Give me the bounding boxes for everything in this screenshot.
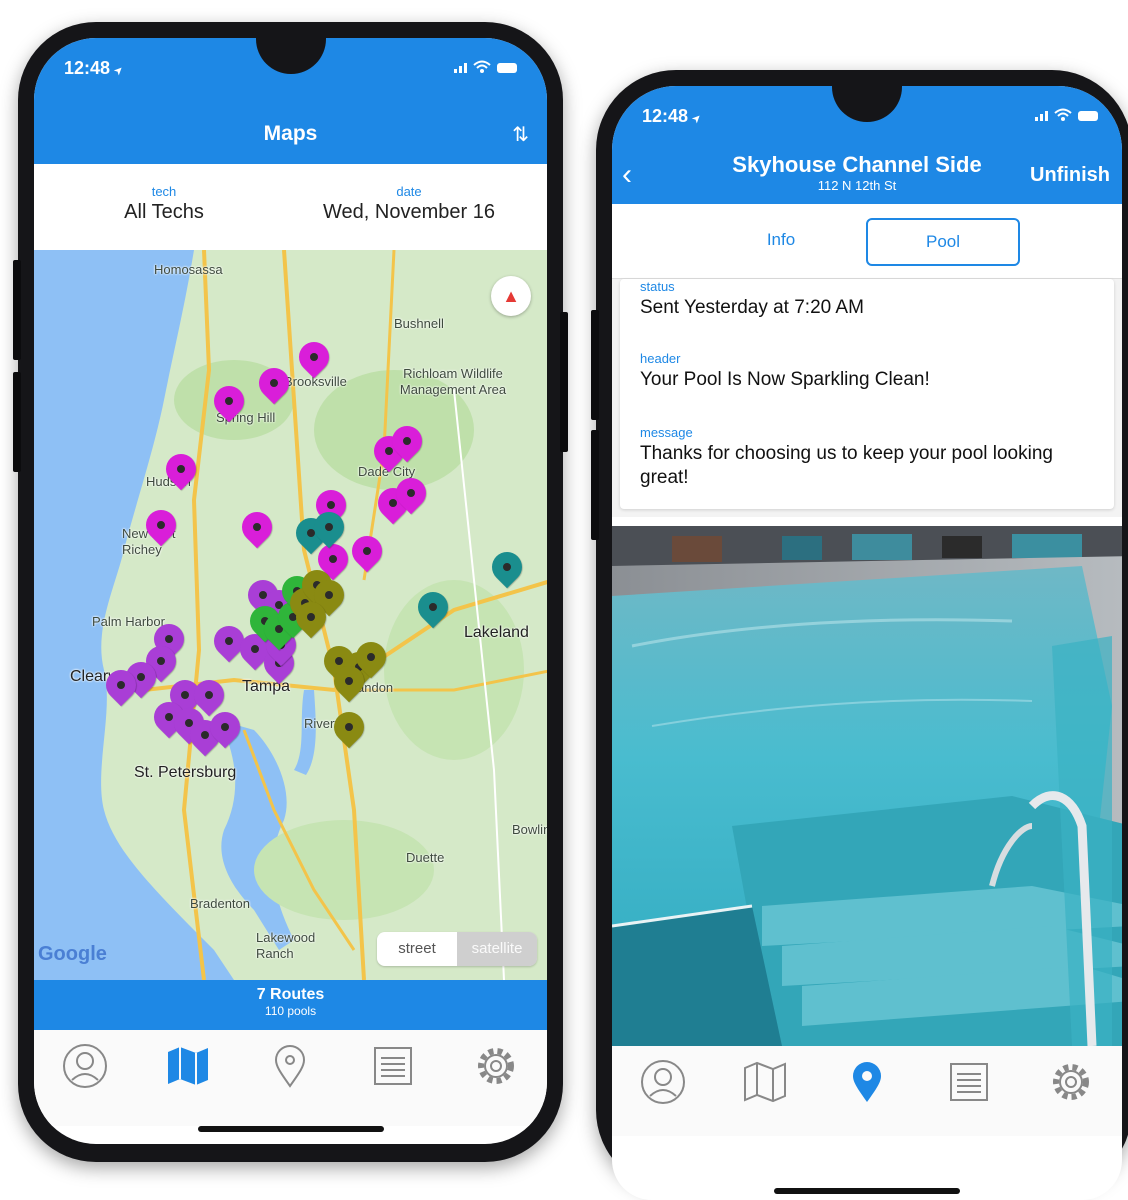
pool-address: 112 N 12th St bbox=[817, 178, 897, 193]
list-icon bbox=[374, 1047, 413, 1085]
settings-icon bbox=[1053, 1064, 1089, 1100]
tech-filter[interactable]: tech All Techs bbox=[94, 184, 234, 224]
message-field: message Thanks for choosing us to keep y… bbox=[640, 425, 1098, 490]
map-label-lakeland: Lakeland bbox=[464, 624, 529, 641]
battery-icon bbox=[497, 63, 517, 73]
map-icon bbox=[744, 1061, 786, 1103]
map-type-toggle[interactable]: street satellite bbox=[377, 932, 537, 966]
pool-image bbox=[612, 526, 1122, 1046]
profile-icon bbox=[641, 1060, 685, 1104]
routes-count: 7 Routes bbox=[256, 986, 325, 1003]
message-label: message bbox=[640, 425, 693, 440]
routes-summary[interactable]: 7 Routes 110 pools bbox=[34, 980, 547, 1030]
tab-settings[interactable] bbox=[466, 1036, 526, 1096]
battery-icon bbox=[1078, 111, 1098, 121]
signal-icon bbox=[454, 63, 467, 73]
pool-name: Skyhouse Channel Side bbox=[732, 152, 982, 177]
compass-icon[interactable]: ▲ bbox=[491, 276, 531, 316]
list-icon bbox=[950, 1063, 988, 1101]
status-time: 12:48 bbox=[642, 106, 701, 127]
segmented-control: Info Pool bbox=[612, 204, 1122, 279]
filter-bar: tech All Techs date Wed, November 16 bbox=[34, 164, 547, 250]
map-label-bowling-green: Bowling Green bbox=[512, 822, 547, 837]
status-label: status bbox=[640, 279, 675, 294]
satellite-toggle[interactable]: satellite bbox=[457, 932, 537, 966]
location-pin-icon bbox=[275, 1045, 306, 1088]
settings-icon bbox=[477, 1048, 514, 1084]
tech-value: All Techs bbox=[124, 201, 204, 223]
header-label: header bbox=[640, 351, 681, 366]
status-icons bbox=[1035, 108, 1098, 121]
tab-settings[interactable] bbox=[1041, 1052, 1101, 1112]
status-field: status Sent Yesterday at 7:20 AM bbox=[640, 279, 1098, 320]
map-icon bbox=[167, 1047, 208, 1085]
location-pin-icon bbox=[853, 1062, 881, 1102]
profile-icon bbox=[63, 1044, 108, 1088]
map-label-richloam: Richloam Wildlife Management Area bbox=[399, 366, 507, 397]
tab-location[interactable] bbox=[260, 1036, 320, 1096]
tab-pool[interactable]: Pool bbox=[866, 218, 1020, 266]
tab-bar bbox=[34, 1030, 547, 1126]
volume-button bbox=[13, 372, 21, 472]
page-title: Maps bbox=[263, 122, 318, 145]
date-label: date bbox=[396, 184, 422, 199]
tab-map[interactable] bbox=[735, 1052, 795, 1112]
tab-list[interactable] bbox=[939, 1052, 999, 1112]
date-value: Wed, November 16 bbox=[323, 201, 495, 223]
screen: 12:48 Maps ⇅ tech All Techs date Wed, No… bbox=[34, 38, 547, 1144]
volume-button bbox=[13, 260, 21, 360]
status-time: 12:48 bbox=[64, 58, 123, 79]
status-value: Sent Yesterday at 7:20 AM bbox=[640, 297, 864, 318]
header-value: Your Pool Is Now Sparkling Clean! bbox=[640, 369, 930, 390]
map-label-bushnell: Bushnell bbox=[394, 316, 444, 331]
tech-label: tech bbox=[151, 184, 177, 199]
phone-pool-detail: 12:48 ‹ Skyhouse Channel Side 112 N 12th… bbox=[591, 70, 1128, 1200]
map-label-st-petersburg: St. Petersburg bbox=[134, 764, 237, 781]
home-indicator[interactable] bbox=[774, 1188, 960, 1194]
unfinish-button[interactable]: Unfinish bbox=[1030, 164, 1110, 187]
wifi-icon bbox=[473, 60, 491, 73]
volume-button bbox=[591, 430, 599, 540]
google-logo: Google bbox=[38, 943, 107, 965]
wifi-icon bbox=[1054, 108, 1072, 121]
screen: 12:48 ‹ Skyhouse Channel Side 112 N 12th… bbox=[612, 86, 1122, 1200]
pool-photo[interactable] bbox=[612, 526, 1122, 1046]
status-icons bbox=[454, 60, 517, 73]
signal-icon bbox=[1035, 111, 1048, 121]
header-field: header Your Pool Is Now Sparkling Clean! bbox=[640, 351, 1098, 392]
tab-list[interactable] bbox=[363, 1036, 423, 1096]
map-label-homosassa: Homosassa bbox=[154, 262, 223, 277]
pools-count: 110 pools bbox=[264, 1004, 317, 1018]
map-label-palm-harbor: Palm Harbor bbox=[92, 614, 165, 629]
message-value: Thanks for choosing us to keep your pool… bbox=[640, 443, 1053, 488]
volume-button bbox=[591, 310, 599, 420]
message-details: status Sent Yesterday at 7:20 AM header … bbox=[612, 279, 1122, 517]
phone-maps: 12:48 Maps ⇅ tech All Techs date Wed, No… bbox=[13, 22, 568, 1162]
tab-location[interactable] bbox=[837, 1052, 897, 1112]
map-label-lakewood-ranch: Lakewood Ranch bbox=[256, 930, 316, 961]
home-indicator[interactable] bbox=[197, 1126, 384, 1132]
tab-bar bbox=[612, 1046, 1122, 1136]
tab-map[interactable] bbox=[158, 1036, 218, 1096]
map-label-tampa: Tampa bbox=[242, 678, 291, 695]
map-label-bradenton: Bradenton bbox=[190, 896, 250, 911]
tab-profile[interactable] bbox=[55, 1036, 115, 1096]
map-view[interactable]: Homosassa Bushnell Richloam Wildlife Man… bbox=[34, 250, 547, 980]
message-card: status Sent Yesterday at 7:20 AM header … bbox=[620, 279, 1114, 509]
back-chevron-icon[interactable]: ‹ bbox=[622, 158, 632, 192]
sort-arrows-icon[interactable]: ⇅ bbox=[512, 122, 529, 147]
power-button bbox=[560, 312, 568, 452]
tab-profile[interactable] bbox=[633, 1052, 693, 1112]
street-toggle[interactable]: street bbox=[377, 932, 457, 966]
date-filter[interactable]: date Wed, November 16 bbox=[304, 184, 514, 224]
map-label-duette: Duette bbox=[406, 850, 445, 865]
tab-info[interactable]: Info bbox=[706, 218, 856, 262]
